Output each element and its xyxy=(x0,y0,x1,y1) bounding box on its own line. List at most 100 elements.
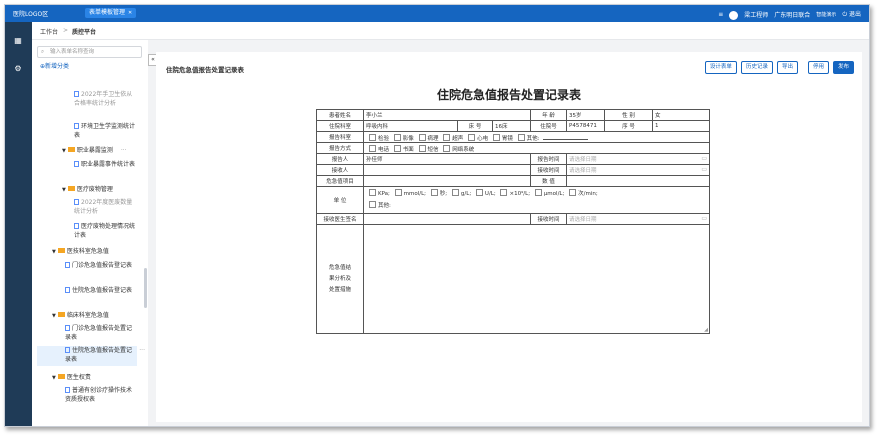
tree-item-selected[interactable]: 住院危急值报告处置记录表 ··· xyxy=(37,346,145,366)
close-icon[interactable]: ✕ xyxy=(128,8,132,18)
tree-folder[interactable]: ▼ 医技科室危急值 xyxy=(52,247,109,257)
checkbox[interactable] xyxy=(369,201,376,208)
main-panel: 住院危急值报告处置记录表 设计表单 历史记录 导出 停用 发布 住院危急值报告处… xyxy=(156,52,862,422)
checkbox[interactable] xyxy=(492,133,500,141)
tree-folder[interactable]: ▼ 职业暴露监测 ··· xyxy=(62,146,142,156)
logout-button[interactable]: ⏻ 退出 xyxy=(842,9,861,19)
tree-folder[interactable]: ▼ 医疗废物管理 xyxy=(62,185,113,195)
caret-down-icon: ▼ xyxy=(62,187,66,193)
tab-form-template[interactable]: 表单模板管理 ✕ xyxy=(85,8,137,18)
option-label: 超声 xyxy=(452,135,464,142)
option-label: 其他: xyxy=(526,135,540,142)
date-placeholder: 请选择日期 xyxy=(569,157,597,163)
tree-item[interactable]: 医疗废物处理情况统计表 xyxy=(74,222,136,240)
publish-button[interactable]: 发布 xyxy=(832,61,854,74)
tree-item[interactable]: 2022年手卫生依从合格率统计分析 xyxy=(74,90,136,108)
checkbox[interactable] xyxy=(500,189,508,196)
option-label: 病理 xyxy=(427,135,439,142)
option-label: 心电 xyxy=(477,135,489,142)
checkbox[interactable] xyxy=(443,133,451,141)
checkbox[interactable] xyxy=(369,144,376,152)
export-button[interactable]: 导出 xyxy=(776,61,798,74)
doc-receive-time-picker[interactable]: 请选择日期 ▭ xyxy=(566,213,711,225)
add-category-button[interactable]: ⊕新增分类 xyxy=(40,61,69,70)
bed-value[interactable]: 16床 xyxy=(491,120,532,132)
design-form-button[interactable]: 设计表单 xyxy=(704,61,737,74)
checkbox[interactable] xyxy=(393,144,401,152)
gear-icon[interactable]: ⚙ xyxy=(13,64,23,74)
label-doc-receive-time: 接收时间 xyxy=(530,213,568,225)
item-value[interactable] xyxy=(362,175,532,187)
handling-textarea[interactable]: ◢ xyxy=(362,224,711,334)
checkbox[interactable] xyxy=(475,189,483,196)
app-window: 医院LOGO区 表单模板管理 ✕ ≡ 梁工程师 广东明日联合 智能演示 ⏻ 退出 … xyxy=(4,4,870,427)
document-icon xyxy=(65,347,70,353)
sex-value[interactable]: 女 xyxy=(652,109,711,121)
form-title: 住院危急值报告处置记录表 xyxy=(436,88,581,102)
label-receive-time: 接收时间 xyxy=(530,164,568,176)
tree-item[interactable]: 门诊危急值报告处置记录表 xyxy=(65,324,137,342)
more-icon[interactable]: ··· xyxy=(139,346,145,355)
checkbox[interactable] xyxy=(369,133,376,141)
report-method-options: 电话 书面 短信 网络系统 xyxy=(362,142,711,154)
folder-icon xyxy=(57,312,65,317)
tree-folder[interactable]: ▼ 医生权责 xyxy=(52,373,91,383)
checkbox[interactable] xyxy=(418,144,426,152)
checkbox[interactable] xyxy=(569,189,577,196)
hospital-logo: 医院LOGO区 xyxy=(13,11,49,18)
doctor-sign-value[interactable] xyxy=(362,213,532,225)
other-input[interactable] xyxy=(543,138,589,140)
tree-folder[interactable]: ▼ 临床科室危急值 xyxy=(52,311,109,321)
option-label: 短信 xyxy=(427,146,439,153)
seq-no-value[interactable]: 1 xyxy=(652,120,711,132)
label-age: 年 龄 xyxy=(530,109,568,121)
more-icon[interactable]: ··· xyxy=(121,147,127,154)
receive-time-picker[interactable]: 请选择日期 ▭ xyxy=(566,164,711,176)
tree-item[interactable]: 门诊危急值报告登记表 xyxy=(65,261,135,270)
receiver-value[interactable] xyxy=(362,164,532,176)
history-button[interactable]: 历史记录 xyxy=(740,61,773,74)
folder-icon xyxy=(67,186,75,191)
checkbox[interactable] xyxy=(443,144,451,152)
patient-name-value[interactable]: 李小兰 xyxy=(362,109,532,121)
menu-icon[interactable]: ≡ xyxy=(718,11,723,18)
checkbox[interactable] xyxy=(468,133,476,141)
tree-item[interactable]: 环境卫生学监测统计表 xyxy=(74,122,136,140)
grid-icon[interactable]: ▦ xyxy=(13,36,23,46)
value-input[interactable] xyxy=(566,175,711,187)
checkbox[interactable] xyxy=(430,189,438,196)
checkbox[interactable] xyxy=(418,133,426,141)
tree-item[interactable]: 住院危急值报告登记表 xyxy=(65,286,135,295)
checkbox[interactable] xyxy=(394,189,402,196)
label-bed: 床 号 xyxy=(457,120,493,132)
tree-item[interactable]: 2022年度医废数量统计分析 xyxy=(74,198,136,216)
age-value[interactable]: 35岁 xyxy=(566,109,606,121)
tree-item[interactable]: 职业暴露事件统计表 xyxy=(74,160,136,169)
document-icon xyxy=(65,262,70,268)
checkbox[interactable] xyxy=(517,133,525,141)
option-label: 电话 xyxy=(378,146,390,153)
report-time-picker[interactable]: 请选择日期 ▭ xyxy=(566,153,711,165)
breadcrumb-home[interactable]: 工作台 xyxy=(40,27,58,36)
reporter-value[interactable]: 孙佳师 xyxy=(362,153,532,165)
option-label: μmol/L; xyxy=(543,191,565,197)
label-inpatient-no: 住院号 xyxy=(530,120,568,132)
resize-handle-icon[interactable]: ◢ xyxy=(704,327,708,333)
checkbox[interactable] xyxy=(393,133,401,141)
checkbox[interactable] xyxy=(534,189,542,196)
tree-item-label: 医疗废物处理情况统计表 xyxy=(74,223,136,239)
inpatient-no-value[interactable]: P4578471 xyxy=(566,120,606,132)
search-input[interactable]: ⌕ 输入表单名称查询 xyxy=(37,46,142,58)
left-nav: ▦ ⚙ xyxy=(5,22,32,426)
tree-item-label: 职业暴露事件统计表 xyxy=(81,161,136,168)
logout-label: 退出 xyxy=(848,11,861,18)
checkbox[interactable] xyxy=(369,189,376,196)
option-label: 秒; xyxy=(439,191,448,197)
disable-button[interactable]: 停用 xyxy=(807,61,829,74)
caret-down-icon: ▼ xyxy=(52,249,56,255)
avatar[interactable] xyxy=(729,10,739,20)
sidebar-scrollbar[interactable] xyxy=(144,268,147,308)
tree-item[interactable]: 普通有创诊疗操作技术资质授权表 xyxy=(65,386,137,404)
checkbox[interactable] xyxy=(451,189,459,196)
dept-value[interactable]: 呼吸内科 xyxy=(363,120,458,132)
